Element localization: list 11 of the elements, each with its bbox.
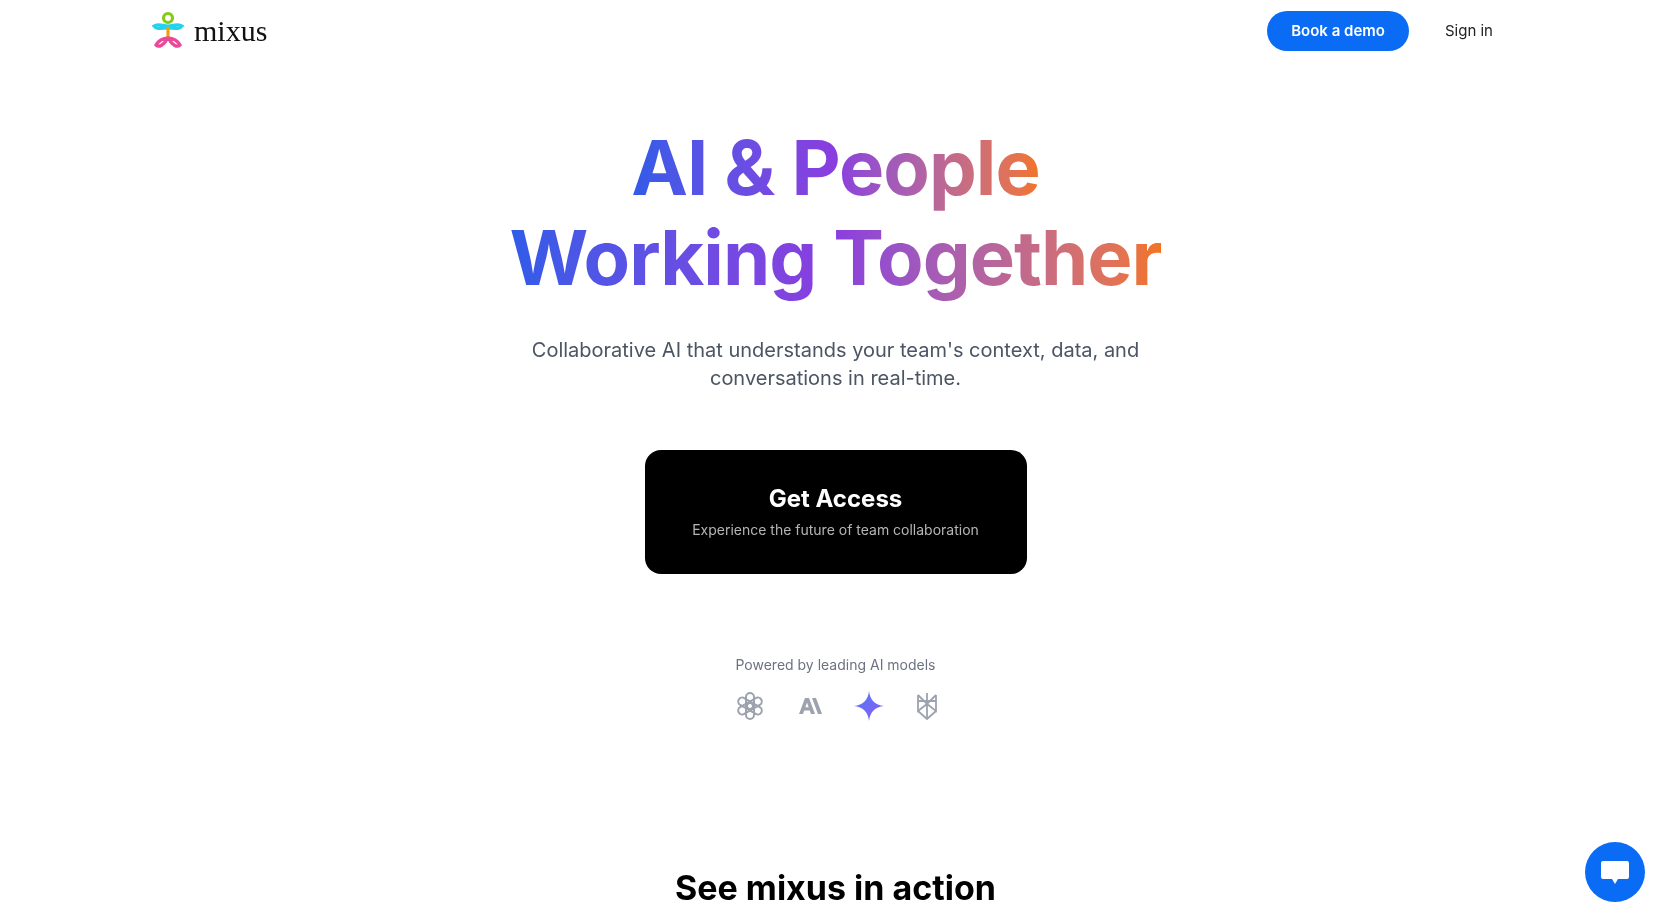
logo-wordmark[interactable]: mixus: [194, 16, 268, 46]
sign-in-link[interactable]: Sign in: [1444, 19, 1493, 43]
powered-by-label: Powered by leading AI models: [735, 655, 936, 675]
logo-icon: [150, 11, 186, 51]
chat-icon: [1600, 859, 1630, 885]
book-demo-button[interactable]: Book a demo: [1267, 11, 1409, 51]
letters-icon: [796, 696, 823, 716]
get-access-button[interactable]: Get Access Experience the future of team collaboration: [644, 450, 1027, 574]
chat-button[interactable]: [1585, 842, 1645, 902]
section-heading: See mixus in action: [675, 871, 996, 905]
hero-subtitle: Collaborative AI that understands your team's context, data, and conversations in real-time.: [530, 337, 1141, 392]
